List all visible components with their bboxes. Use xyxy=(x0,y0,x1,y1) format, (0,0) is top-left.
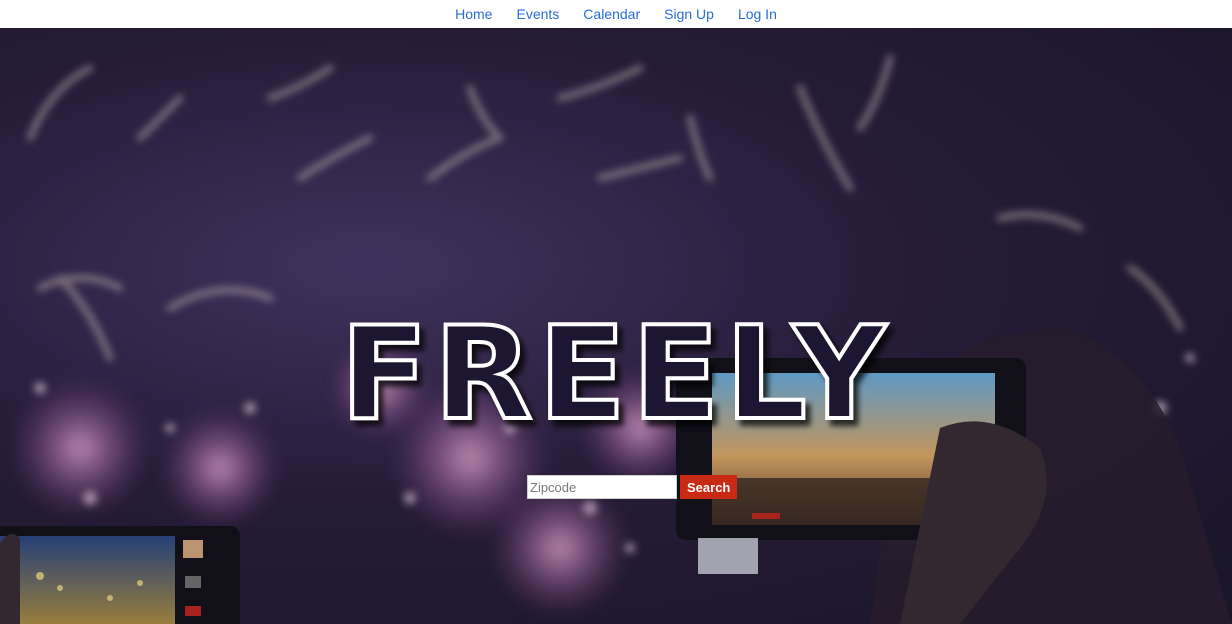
nav-home-link[interactable]: Home xyxy=(455,6,492,22)
freely-logo-wordmark: FREELY FREELY xyxy=(338,298,891,451)
nav-signup-link[interactable]: Sign Up xyxy=(664,6,714,22)
nav-calendar-link[interactable]: Calendar xyxy=(583,6,640,22)
freely-logo: FREELY FREELY xyxy=(0,298,1232,451)
zipcode-input[interactable] xyxy=(527,475,677,499)
zipcode-search-form: Search xyxy=(527,475,738,499)
hero-section: FREELY FREELY Search xyxy=(0,28,1232,624)
search-button[interactable]: Search xyxy=(680,475,738,499)
nav-events-link[interactable]: Events xyxy=(516,6,559,22)
freely-title-lines: FREELY xyxy=(340,308,891,438)
nav-login-link[interactable]: Log In xyxy=(738,6,777,22)
top-nav: Home Events Calendar Sign Up Log In xyxy=(0,0,1232,28)
